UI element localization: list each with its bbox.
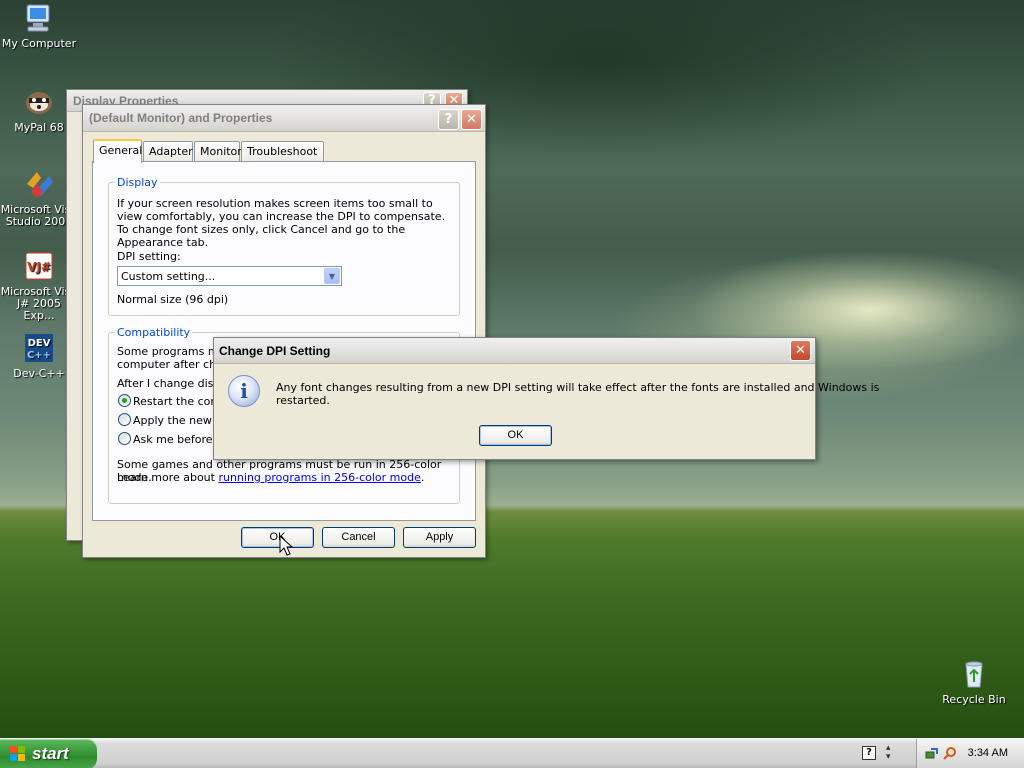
compat-line-2: computer after char [117,358,228,371]
search-icon[interactable] [943,746,957,763]
change-dpi-dialog[interactable]: Change DPI Setting ✕ i Any font changes … [213,337,879,460]
close-button[interactable]: ✕ [461,109,482,130]
cancel-button[interactable]: Cancel [322,527,395,548]
dialog-message-line-1: Any font changes resulting from a new DP… [276,381,880,394]
network-icon[interactable] [925,746,939,763]
mypal-icon [23,86,55,118]
start-button[interactable]: start [0,739,97,768]
help-button[interactable]: ? [438,109,459,130]
dpi-setting-value: Custom setting... [121,270,216,283]
display-group-title: Display [115,176,160,189]
dpi-note: Normal size (96 dpi) [117,293,229,306]
dialog-message-line-2: restarted. [276,394,330,407]
monitor-properties-window[interactable]: (Default Monitor) and Properties ? ✕ Gen… [82,104,486,558]
svg-text:C++: C++ [27,350,51,361]
apply-button[interactable]: Apply [403,527,476,548]
close-button[interactable]: ✕ [790,340,811,361]
tab-adapter[interactable]: Adapter [143,141,193,161]
display-group: Display If your screen resolution makes … [108,176,460,316]
system-tray: 3:34 AM [916,739,1024,768]
apply-radio-label[interactable]: Apply the new di [133,414,225,427]
ask-me-radio[interactable] [118,432,131,445]
windows-logo-icon [10,746,26,762]
dialog-titlebar[interactable]: Change DPI Setting ✕ [214,338,815,364]
clock[interactable]: 3:34 AM [968,747,1008,759]
apply-without-restart-radio[interactable] [118,413,131,426]
restart-radio[interactable] [118,394,131,407]
tab-troubleshoot[interactable]: Troubleshoot [241,141,324,161]
desktop-icon-recycle-bin[interactable]: Recycle Bin [935,658,1013,706]
visual-studio-icon [23,168,55,200]
compatibility-group-title: Compatibility [115,326,193,339]
window-title: (Default Monitor) and Properties [89,111,273,125]
svg-text:DEV: DEV [28,338,51,349]
desktop-icon-label: My Computer [1,37,77,50]
ok-button[interactable]: OK [241,527,314,548]
my-computer-icon [23,2,55,34]
learn-more-suffix: . [420,471,425,484]
mouse-cursor-icon [279,535,293,556]
help-tray-icon[interactable]: ? [862,746,876,760]
info-icon: i [228,375,260,407]
dialog-title: Change DPI Setting [219,344,331,358]
taskbar: start ? ▴ ▾ 3:34 AM [0,738,1024,768]
svg-text:VJ#: VJ# [27,260,51,274]
dpi-setting-select[interactable]: Custom setting... ▼ [117,266,342,286]
chevron-down-icon[interactable]: ▼ [324,268,340,284]
tray-chevron-icon[interactable]: ▴ ▾ [886,744,891,762]
dialog-ok-button[interactable]: OK [479,425,552,446]
start-label: start [32,744,69,763]
learn-more-prefix: Learn more about [117,471,219,484]
learn-more-text: Learn more about running programs in 256… [117,471,424,484]
display-description: If your screen resolution makes screen i… [117,197,446,249]
devcpp-icon: DEV C++ [23,332,55,364]
dpi-setting-label: DPI setting: [117,250,181,263]
vjsharp-icon: VJ# [23,250,55,282]
window-titlebar[interactable]: (Default Monitor) and Properties ? ✕ [83,105,485,132]
learn-more-link[interactable]: running programs in 256-color mode [218,471,420,484]
desktop-icon-my-computer[interactable]: My Computer [0,2,78,50]
tab-monitor[interactable]: Monitor [194,141,242,161]
tab-general[interactable]: General [93,139,142,163]
recycle-bin-icon [958,658,990,690]
desktop-icon-label: Recycle Bin [942,693,1006,706]
